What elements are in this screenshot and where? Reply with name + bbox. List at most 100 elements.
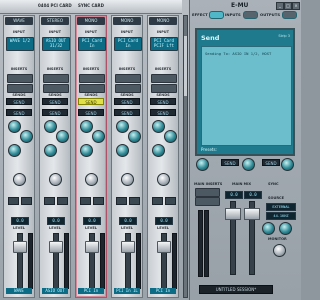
mute-button[interactable] (8, 197, 19, 205)
pan-knob[interactable] (13, 173, 26, 186)
insert-slot[interactable] (115, 84, 141, 93)
return-knob[interactable] (281, 158, 294, 171)
send-button-2[interactable]: SEND (78, 109, 104, 116)
tab-inputs-indicator[interactable] (243, 11, 258, 19)
aux-knob[interactable] (20, 130, 33, 143)
main-fader-left[interactable] (225, 208, 241, 220)
insert-slot[interactable] (43, 74, 69, 83)
aux-knob[interactable] (44, 120, 57, 133)
insert-slot[interactable] (151, 84, 177, 93)
aux-knob[interactable] (116, 120, 129, 133)
main-insert-slot[interactable] (195, 197, 220, 206)
aux-knob[interactable] (80, 120, 93, 133)
pan-knob[interactable] (157, 173, 170, 186)
level-meter (172, 233, 177, 289)
level-meter (28, 233, 33, 289)
aux-knob[interactable] (92, 130, 105, 143)
insert-slot[interactable] (79, 84, 105, 93)
send-button[interactable]: SEND (6, 98, 32, 105)
mixer-scrollbar[interactable] (183, 15, 188, 298)
fader-handle[interactable] (121, 241, 135, 253)
send-button[interactable]: SEND (150, 98, 176, 105)
send-button-2[interactable]: SEND (42, 109, 68, 116)
main-send-button-2[interactable]: SEND (262, 159, 280, 166)
send-button[interactable]: SEND (114, 98, 140, 105)
input-label: INPUT (12, 30, 26, 34)
return-knob[interactable] (196, 158, 209, 171)
scrollbar-thumb[interactable] (184, 36, 187, 96)
tab-inputs[interactable]: INPUTS (225, 12, 241, 17)
pan-knob[interactable] (85, 173, 98, 186)
send-button-selected[interactable]: SEND (78, 98, 104, 105)
aux-knob[interactable] (44, 144, 57, 157)
aux-knob[interactable] (128, 130, 141, 143)
input-select[interactable]: ASIO OUT 31/32 (42, 37, 70, 51)
aux-knob[interactable] (164, 130, 177, 143)
aux-knob[interactable] (8, 144, 21, 157)
mute-button[interactable] (80, 197, 91, 205)
insert-slot[interactable] (43, 84, 69, 93)
main-insert-slot[interactable] (195, 188, 220, 197)
input-select[interactable]: PCI Card In (78, 37, 106, 51)
sync-knob[interactable] (262, 222, 275, 235)
fader-handle[interactable] (85, 241, 99, 253)
insert-slot[interactable] (151, 74, 177, 83)
strip-name[interactable]: ASIO OUT (42, 288, 68, 294)
input-select[interactable]: WAVE 1/2 (6, 37, 34, 51)
aux-knob[interactable] (80, 144, 93, 157)
fader-handle[interactable] (49, 241, 63, 253)
tab-outputs-indicator[interactable] (282, 11, 297, 19)
maximize-icon[interactable]: □ (284, 2, 292, 10)
aux-knob[interactable] (56, 130, 69, 143)
input-select[interactable]: PCI Card PCIF Lft (150, 37, 178, 51)
return-knob[interactable] (242, 158, 255, 171)
monitor-knob[interactable] (273, 244, 286, 257)
strip-name[interactable]: PCI In (150, 288, 176, 294)
main-send-button[interactable]: SEND (221, 159, 239, 166)
send-button-2[interactable]: SEND (150, 109, 176, 116)
insert-slot[interactable] (7, 74, 33, 83)
insert-slot[interactable] (7, 84, 33, 93)
solo-button[interactable] (165, 197, 176, 205)
mute-button[interactable] (152, 197, 163, 205)
aux-knob[interactable] (8, 120, 21, 133)
fader-handle[interactable] (13, 241, 27, 253)
sending-to-text: Sending To: ASIO IN 1/2, HOST (205, 51, 272, 56)
pan-knob[interactable] (49, 173, 62, 186)
session-name[interactable]: UNTITLED SESSION* (199, 285, 273, 294)
insert-slot[interactable] (79, 74, 105, 83)
solo-button[interactable] (129, 197, 140, 205)
fader-handle[interactable] (157, 241, 171, 253)
strip-name[interactable]: PCI In 1L (114, 288, 140, 294)
inserts-label: INSERTS (82, 67, 100, 71)
solo-button[interactable] (93, 197, 104, 205)
mute-button[interactable] (116, 197, 127, 205)
strip-name[interactable]: WAVE (6, 288, 32, 294)
strip-type: MONO (113, 17, 141, 25)
solo-button[interactable] (57, 197, 68, 205)
solo-button[interactable] (21, 197, 32, 205)
input-select[interactable]: PCI Card In (114, 37, 142, 51)
aux-knob[interactable] (116, 144, 129, 157)
aux-knob[interactable] (152, 144, 165, 157)
send-button-2[interactable]: SEND (114, 109, 140, 116)
insert-slot[interactable] (115, 74, 141, 83)
tab-effect[interactable]: EFFECT (192, 12, 208, 17)
input-label: INPUT (48, 30, 62, 34)
sample-rate-select[interactable]: 44.1KHZ (266, 212, 296, 220)
main-fader-right[interactable] (244, 208, 260, 220)
sync-knob[interactable] (279, 222, 292, 235)
mute-button[interactable] (44, 197, 55, 205)
sync-source-select[interactable]: EXTERNAL (266, 203, 296, 211)
tab-outputs[interactable]: OUTPUTS (260, 12, 280, 17)
send-button-2[interactable]: SEND (6, 109, 32, 116)
close-icon[interactable]: × (292, 2, 300, 10)
send-button[interactable]: SEND (42, 98, 68, 105)
minimize-icon[interactable]: _ (276, 2, 284, 10)
pan-knob[interactable] (121, 173, 134, 186)
strip-name[interactable]: PCI In (78, 288, 104, 294)
strip-type: STEREO (41, 17, 69, 25)
aux-knob[interactable] (152, 120, 165, 133)
presets-label[interactable]: Presets: (201, 147, 217, 152)
tab-effect-indicator[interactable] (209, 11, 224, 19)
